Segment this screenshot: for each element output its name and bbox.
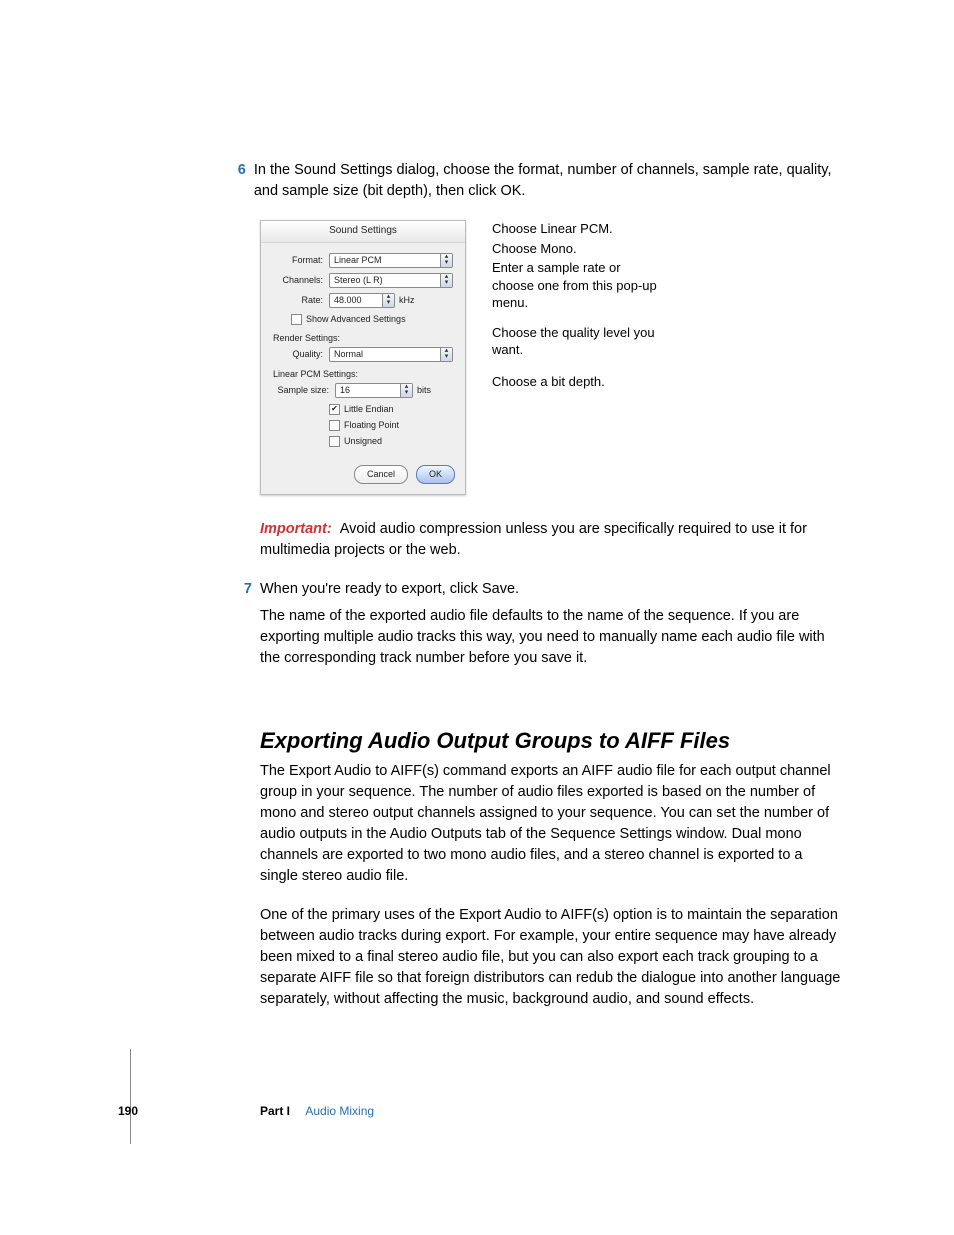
paragraph-1: The Export Audio to AIFF(s) command expo… (260, 761, 844, 887)
dropdown-arrow-icon[interactable]: ▴▾ (440, 274, 452, 287)
section-heading: Exporting Audio Output Groups to AIFF Fi… (260, 725, 844, 757)
rate-unit: kHz (399, 294, 415, 307)
cancel-button[interactable]: Cancel (354, 465, 408, 484)
footer-divider (130, 1049, 131, 1144)
channels-label: Channels: (273, 274, 323, 287)
channels-value: Stereo (L R) (334, 275, 383, 285)
annotation-rate: Enter a sample rate or choose one from t… (490, 259, 665, 312)
channels-select[interactable]: Stereo (L R) ▴▾ (329, 273, 453, 288)
quality-value: Normal (334, 349, 363, 359)
sample-size-unit: bits (417, 384, 431, 397)
little-endian-checkbox[interactable]: ✔ (329, 404, 340, 415)
unsigned-checkbox[interactable] (329, 436, 340, 447)
rate-input[interactable]: 48.000 ▴▾ (329, 293, 395, 308)
quality-label: Quality: (273, 348, 323, 361)
step-number-7: 7 (232, 579, 252, 600)
annotation-channels: Choose Mono. (490, 240, 665, 258)
render-settings-heading: Render Settings: (273, 332, 453, 345)
format-label: Format: (273, 254, 323, 267)
dropdown-arrow-icon[interactable]: ▴▾ (400, 384, 412, 397)
dropdown-arrow-icon[interactable]: ▴▾ (440, 254, 452, 267)
unsigned-label: Unsigned (344, 435, 382, 448)
rate-value: 48.000 (334, 295, 362, 305)
important-note: Important: Avoid audio compression unles… (260, 519, 844, 561)
format-value: Linear PCM (334, 255, 382, 265)
annotation-format: Choose Linear PCM. (490, 220, 665, 238)
stepper-arrow-icon[interactable]: ▴▾ (382, 294, 394, 307)
pcm-settings-heading: Linear PCM Settings: (273, 368, 453, 381)
quality-select[interactable]: Normal ▴▾ (329, 347, 453, 362)
annotation-bitdepth: Choose a bit depth. (490, 373, 665, 391)
show-advanced-label: Show Advanced Settings (306, 313, 406, 326)
step-text-6: In the Sound Settings dialog, choose the… (254, 160, 844, 202)
sound-settings-dialog: Sound Settings Format: Linear PCM ▴▾ Cha… (260, 220, 466, 495)
footer-part: Part I (260, 1104, 290, 1118)
important-text: Avoid audio compression unless you are s… (260, 521, 807, 558)
sample-size-select[interactable]: 16 ▴▾ (335, 383, 413, 398)
step-number-6: 6 (232, 160, 246, 202)
footer-label: Audio Mixing (305, 1104, 374, 1118)
step-text-7: When you're ready to export, click Save. (260, 579, 519, 600)
annotation-quality: Choose the quality level you want. (490, 324, 665, 359)
floating-point-label: Floating Point (344, 419, 399, 432)
sample-size-label: Sample size: (273, 384, 329, 397)
dialog-title: Sound Settings (261, 221, 465, 243)
floating-point-checkbox[interactable] (329, 420, 340, 431)
dropdown-arrow-icon[interactable]: ▴▾ (440, 348, 452, 361)
little-endian-label: Little Endian (344, 403, 394, 416)
ok-button[interactable]: OK (416, 465, 455, 484)
important-label: Important: (260, 521, 332, 537)
rate-label: Rate: (273, 294, 323, 307)
show-advanced-checkbox[interactable] (291, 314, 302, 325)
sample-size-value: 16 (340, 385, 350, 395)
format-select[interactable]: Linear PCM ▴▾ (329, 253, 453, 268)
page-number: 190 (118, 1103, 260, 1120)
step-7-followup: The name of the exported audio file defa… (260, 606, 844, 669)
paragraph-2: One of the primary uses of the Export Au… (260, 905, 844, 1010)
